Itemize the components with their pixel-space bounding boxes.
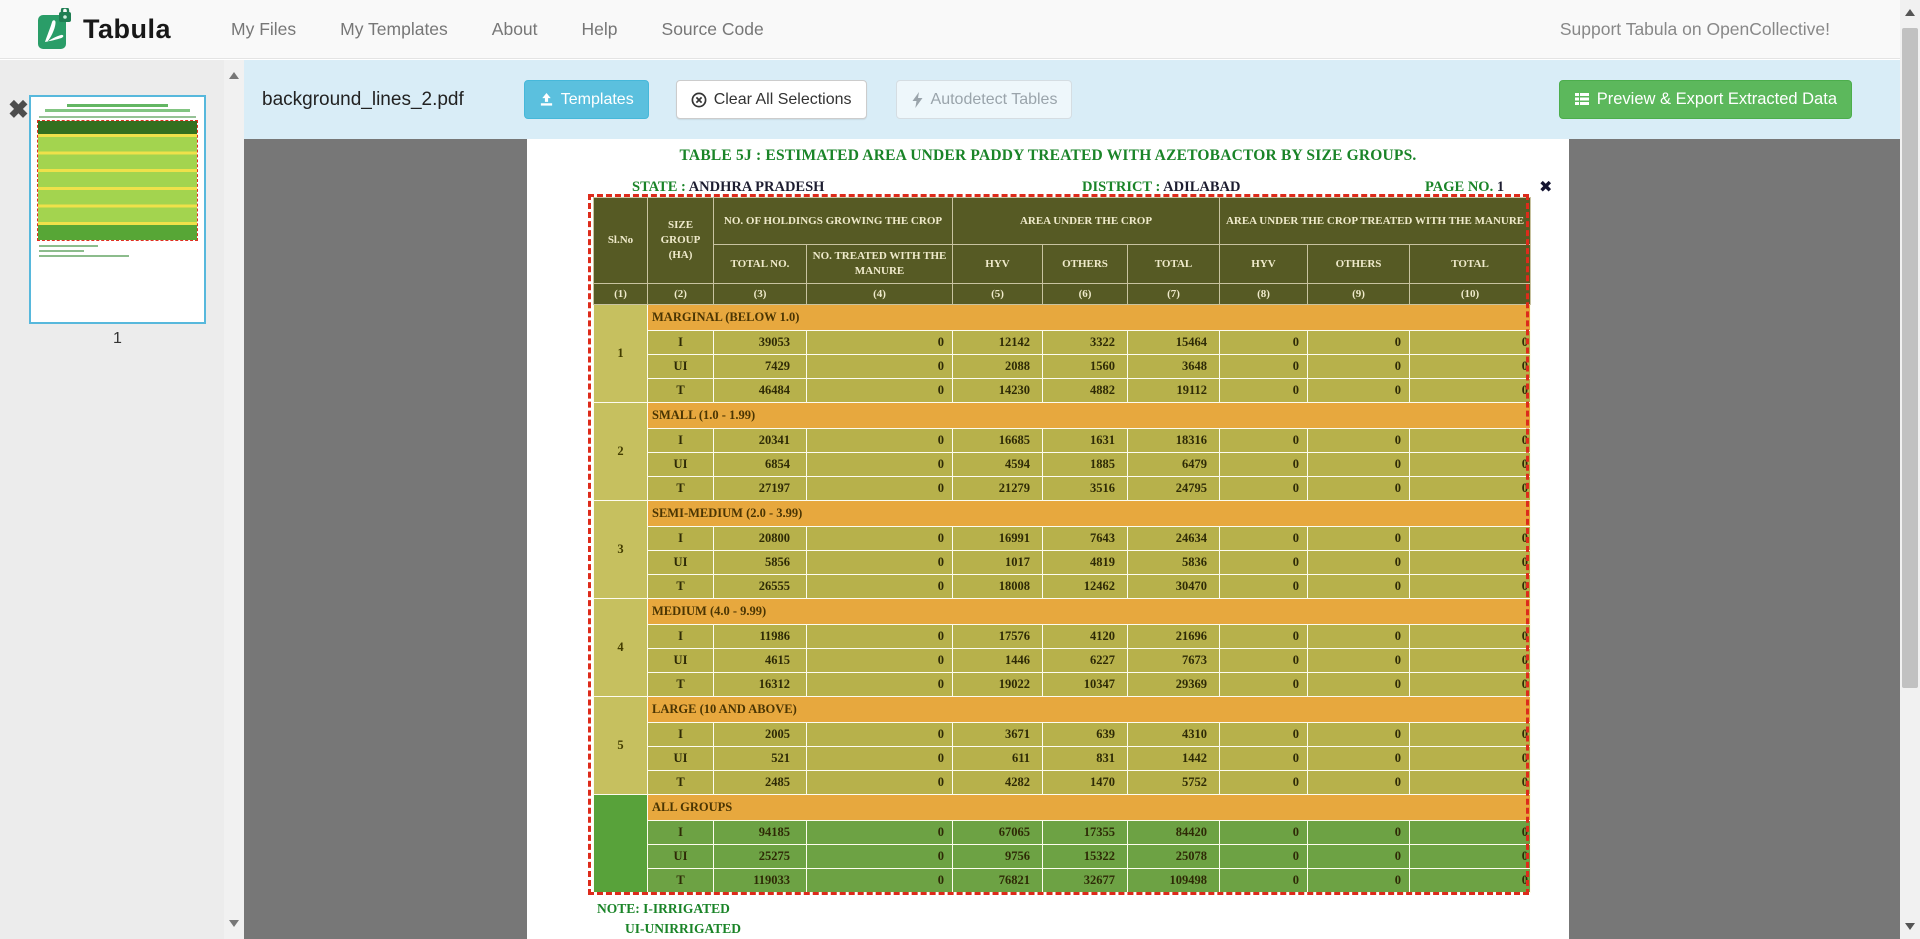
remove-page-icon[interactable]: ✖ xyxy=(8,98,29,123)
pdf-filename: background_lines_2.pdf xyxy=(262,89,464,111)
thumb-note-line xyxy=(39,250,84,252)
pdf-note: NOTE: I-IRRIGATED UI-UNIRRIGATED xyxy=(597,899,741,939)
toolbar: background_lines_2.pdf Templates Clear A… xyxy=(244,60,1900,139)
sidebar-scrollbar[interactable] xyxy=(224,60,244,939)
close-selection-icon[interactable]: ✖ xyxy=(1539,177,1552,196)
thumb-note-line xyxy=(39,255,129,257)
remove-circle-icon xyxy=(691,92,707,108)
scroll-up-icon[interactable] xyxy=(229,72,239,79)
nav-links: My Files My Templates About Help Source … xyxy=(209,19,786,40)
brand-title: Tabula xyxy=(83,14,171,45)
page-thumbnail-sidebar: ✖ 1 xyxy=(0,60,224,939)
document-viewport: background_lines_2.pdf Templates Clear A… xyxy=(244,60,1900,939)
flash-icon xyxy=(911,92,924,108)
scroll-down-icon[interactable] xyxy=(1905,923,1915,930)
nav-my-files[interactable]: My Files xyxy=(209,19,318,40)
thumb-title-line xyxy=(67,104,167,107)
thumb-title-line xyxy=(45,109,190,112)
upload-icon xyxy=(539,92,554,107)
pdf-page[interactable]: TABLE 5J : ESTIMATED AREA UNDER PADDY TR… xyxy=(527,139,1569,939)
support-link[interactable]: Support Tabula on OpenCollective! xyxy=(1560,19,1830,40)
scroll-up-icon[interactable] xyxy=(1905,9,1915,16)
nav-help[interactable]: Help xyxy=(560,19,640,40)
list-icon xyxy=(1574,91,1590,107)
thumb-note-line xyxy=(39,245,98,247)
scroll-down-icon[interactable] xyxy=(229,920,239,927)
nav-about[interactable]: About xyxy=(470,19,560,40)
thumb-table xyxy=(37,120,198,241)
nav-my-templates[interactable]: My Templates xyxy=(318,19,470,40)
pdf-table-title: TABLE 5J : ESTIMATED AREA UNDER PADDY TR… xyxy=(527,147,1569,165)
top-navbar: Tabula My Files My Templates About Help … xyxy=(0,0,1900,59)
templates-button[interactable]: Templates xyxy=(524,80,649,119)
preview-export-button[interactable]: Preview & Export Extracted Data xyxy=(1559,80,1852,120)
page-1-thumbnail[interactable] xyxy=(29,95,206,324)
table-selection-box[interactable] xyxy=(588,194,1529,895)
thumbnail-page-number: 1 xyxy=(29,330,206,348)
brand[interactable]: Tabula xyxy=(37,8,171,50)
autodetect-tables-button[interactable]: Autodetect Tables xyxy=(896,80,1073,119)
tabula-logo-icon xyxy=(37,8,73,50)
clear-all-selections-button[interactable]: Clear All Selections xyxy=(676,80,867,119)
browser-scrollbar[interactable] xyxy=(1900,0,1920,939)
thumb-meta-line xyxy=(39,116,196,118)
scrollbar-thumb[interactable] xyxy=(1902,28,1918,688)
nav-source-code[interactable]: Source Code xyxy=(640,19,786,40)
